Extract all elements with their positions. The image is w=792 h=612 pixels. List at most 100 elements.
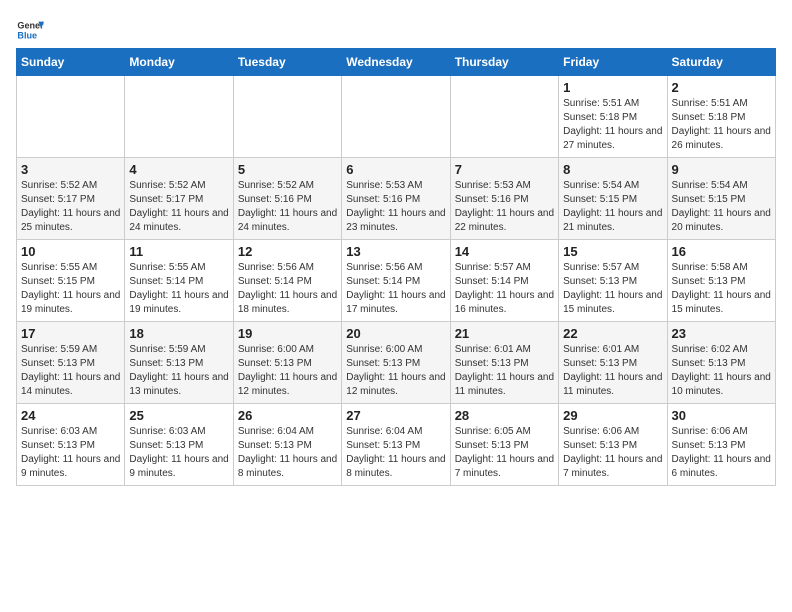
day-number: 28 — [455, 408, 554, 423]
day-cell: 14 Sunrise: 5:57 AMSunset: 5:14 PMDayligh… — [450, 240, 558, 322]
day-info: Sunrise: 6:02 AMSunset: 5:13 PMDaylight:… — [672, 343, 771, 399]
col-header-sunday: Sunday — [17, 49, 125, 76]
day-info: Sunrise: 5:54 AMSunset: 5:15 PMDaylight:… — [563, 179, 662, 235]
day-cell: 22 Sunrise: 6:01 AMSunset: 5:13 PMDayligh… — [559, 322, 667, 404]
day-info: Sunrise: 6:06 AMSunset: 5:13 PMDaylight:… — [563, 425, 662, 481]
day-number: 20 — [346, 326, 445, 341]
day-cell: 24Sunrise: 6:03 AMSunset: 5:13 PMDayligh… — [17, 404, 125, 486]
header: General Blue — [16, 16, 776, 44]
day-cell: 4 Sunrise: 5:52 AMSunset: 5:17 PMDaylight… — [125, 158, 233, 240]
day-cell: 1 Sunrise: 5:51 AMSunset: 5:18 PMDaylight… — [559, 76, 667, 158]
day-number: 1 — [563, 80, 662, 95]
page-container: General Blue SundayMondayTuesdayWednesda… — [16, 16, 776, 486]
day-info: Sunrise: 5:52 AMSunset: 5:17 PMDaylight:… — [129, 179, 228, 235]
day-cell: 9 Sunrise: 5:54 AMSunset: 5:15 PMDaylight… — [667, 158, 775, 240]
col-header-saturday: Saturday — [667, 49, 775, 76]
day-info: Sunrise: 6:04 AMSunset: 5:13 PMDaylight:… — [238, 425, 337, 481]
day-info: Sunrise: 5:56 AMSunset: 5:14 PMDaylight:… — [346, 261, 445, 317]
day-number: 14 — [455, 244, 554, 259]
day-info: Sunrise: 6:04 AMSunset: 5:13 PMDaylight:… — [346, 425, 445, 481]
day-info: Sunrise: 5:59 AMSunset: 5:13 PMDaylight:… — [129, 343, 228, 399]
day-cell: 18 Sunrise: 5:59 AMSunset: 5:13 PMDayligh… — [125, 322, 233, 404]
day-cell: 30 Sunrise: 6:06 AMSunset: 5:13 PMDayligh… — [667, 404, 775, 486]
day-info: Sunrise: 5:51 AMSunset: 5:18 PMDaylight:… — [672, 97, 771, 153]
day-number: 10 — [21, 244, 120, 259]
day-info: Sunrise: 5:55 AMSunset: 5:15 PMDaylight:… — [21, 261, 120, 317]
week-row-0: 1 Sunrise: 5:51 AMSunset: 5:18 PMDaylight… — [17, 76, 776, 158]
day-number: 17 — [21, 326, 120, 341]
day-number: 2 — [672, 80, 771, 95]
day-cell: 27 Sunrise: 6:04 AMSunset: 5:13 PMDayligh… — [342, 404, 450, 486]
day-cell — [125, 76, 233, 158]
col-header-tuesday: Tuesday — [233, 49, 341, 76]
day-number: 5 — [238, 162, 337, 177]
day-cell: 2 Sunrise: 5:51 AMSunset: 5:18 PMDaylight… — [667, 76, 775, 158]
day-info: Sunrise: 5:53 AMSunset: 5:16 PMDaylight:… — [455, 179, 554, 235]
day-number: 27 — [346, 408, 445, 423]
col-header-wednesday: Wednesday — [342, 49, 450, 76]
day-info: Sunrise: 6:06 AMSunset: 5:13 PMDaylight:… — [672, 425, 771, 481]
day-number: 23 — [672, 326, 771, 341]
day-info: Sunrise: 5:57 AMSunset: 5:14 PMDaylight:… — [455, 261, 554, 317]
day-cell: 25 Sunrise: 6:03 AMSunset: 5:13 PMDayligh… — [125, 404, 233, 486]
day-number: 7 — [455, 162, 554, 177]
day-number: 12 — [238, 244, 337, 259]
week-row-1: 3 Sunrise: 5:52 AMSunset: 5:17 PMDaylight… — [17, 158, 776, 240]
day-number: 18 — [129, 326, 228, 341]
day-info: Sunrise: 5:51 AMSunset: 5:18 PMDaylight:… — [563, 97, 662, 153]
day-info: Sunrise: 6:01 AMSunset: 5:13 PMDaylight:… — [563, 343, 662, 399]
day-cell: 26 Sunrise: 6:04 AMSunset: 5:13 PMDayligh… — [233, 404, 341, 486]
logo: General Blue — [16, 16, 44, 44]
day-number: 25 — [129, 408, 228, 423]
day-number: 24 — [21, 408, 120, 423]
day-cell: 5Sunrise: 5:52 AMSunset: 5:16 PMDaylight… — [233, 158, 341, 240]
week-row-3: 17 Sunrise: 5:59 AMSunset: 5:13 PMDayligh… — [17, 322, 776, 404]
day-number: 22 — [563, 326, 662, 341]
day-info: Sunrise: 6:05 AMSunset: 5:13 PMDaylight:… — [455, 425, 554, 481]
day-number: 21 — [455, 326, 554, 341]
day-number: 15 — [563, 244, 662, 259]
day-number: 4 — [129, 162, 228, 177]
day-cell: 28 Sunrise: 6:05 AMSunset: 5:13 PMDayligh… — [450, 404, 558, 486]
day-info: Sunrise: 5:53 AMSunset: 5:16 PMDaylight:… — [346, 179, 445, 235]
day-info: Sunrise: 5:59 AMSunset: 5:13 PMDaylight:… — [21, 343, 120, 399]
week-row-2: 10 Sunrise: 5:55 AMSunset: 5:15 PMDayligh… — [17, 240, 776, 322]
day-cell: 12Sunrise: 5:56 AMSunset: 5:14 PMDayligh… — [233, 240, 341, 322]
day-cell: 23 Sunrise: 6:02 AMSunset: 5:13 PMDayligh… — [667, 322, 775, 404]
day-cell: 3 Sunrise: 5:52 AMSunset: 5:17 PMDaylight… — [17, 158, 125, 240]
day-number: 8 — [563, 162, 662, 177]
day-cell: 29 Sunrise: 6:06 AMSunset: 5:13 PMDayligh… — [559, 404, 667, 486]
day-cell — [342, 76, 450, 158]
header-row: SundayMondayTuesdayWednesdayThursdayFrid… — [17, 49, 776, 76]
svg-text:Blue: Blue — [17, 30, 37, 40]
day-number: 13 — [346, 244, 445, 259]
day-cell: 6 Sunrise: 5:53 AMSunset: 5:16 PMDaylight… — [342, 158, 450, 240]
day-info: Sunrise: 5:57 AMSunset: 5:13 PMDaylight:… — [563, 261, 662, 317]
day-cell: 10 Sunrise: 5:55 AMSunset: 5:15 PMDayligh… — [17, 240, 125, 322]
day-cell: 7 Sunrise: 5:53 AMSunset: 5:16 PMDaylight… — [450, 158, 558, 240]
day-info: Sunrise: 6:01 AMSunset: 5:13 PMDaylight:… — [455, 343, 554, 399]
day-cell: 11Sunrise: 5:55 AMSunset: 5:14 PMDayligh… — [125, 240, 233, 322]
day-number: 26 — [238, 408, 337, 423]
day-info: Sunrise: 5:54 AMSunset: 5:15 PMDaylight:… — [672, 179, 771, 235]
col-header-monday: Monday — [125, 49, 233, 76]
day-cell — [17, 76, 125, 158]
day-number: 19 — [238, 326, 337, 341]
day-info: Sunrise: 6:00 AMSunset: 5:13 PMDaylight:… — [346, 343, 445, 399]
col-header-friday: Friday — [559, 49, 667, 76]
logo-icon: General Blue — [16, 16, 44, 44]
day-info: Sunrise: 6:00 AMSunset: 5:13 PMDaylight:… — [238, 343, 337, 399]
day-number: 29 — [563, 408, 662, 423]
day-info: Sunrise: 5:52 AMSunset: 5:17 PMDaylight:… — [21, 179, 120, 235]
day-number: 6 — [346, 162, 445, 177]
day-cell — [450, 76, 558, 158]
day-number: 30 — [672, 408, 771, 423]
day-info: Sunrise: 5:55 AMSunset: 5:14 PMDaylight:… — [129, 261, 228, 317]
day-number: 3 — [21, 162, 120, 177]
day-info: Sunrise: 6:03 AMSunset: 5:13 PMDaylight:… — [129, 425, 228, 481]
day-number: 16 — [672, 244, 771, 259]
day-cell: 19 Sunrise: 6:00 AMSunset: 5:13 PMDayligh… — [233, 322, 341, 404]
day-cell: 17 Sunrise: 5:59 AMSunset: 5:13 PMDayligh… — [17, 322, 125, 404]
day-cell: 8 Sunrise: 5:54 AMSunset: 5:15 PMDaylight… — [559, 158, 667, 240]
day-number: 9 — [672, 162, 771, 177]
